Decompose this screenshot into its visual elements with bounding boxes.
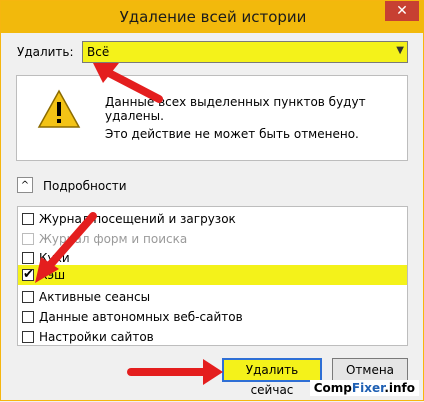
watermark-part1: Comp: [313, 381, 352, 395]
delete-now-button[interactable]: Удалить сейчас: [222, 358, 322, 397]
checkbox-sessions[interactable]: [22, 291, 34, 303]
list-item-label: Настройки сайтов: [39, 330, 154, 344]
checkbox-cache[interactable]: ✔: [22, 267, 34, 282]
items-list: Журнал посещений и загрузок Журнал форм …: [17, 206, 408, 346]
range-label: Удалить:: [17, 45, 74, 59]
checkbox-site-settings[interactable]: [22, 331, 34, 343]
window-title: Удаление всей истории: [119, 8, 307, 26]
title-bar: Удаление всей истории ✕: [1, 1, 424, 33]
list-item[interactable]: Журнал посещений и загрузок: [18, 209, 407, 229]
checkmark-icon: ✔: [23, 267, 34, 282]
watermark-part2: Fixer: [351, 381, 385, 395]
chevron-down-icon: ▼: [396, 45, 404, 56]
list-item-label: Куки: [39, 251, 70, 265]
list-item[interactable]: ✔ Кэш: [18, 265, 407, 285]
checkbox-history[interactable]: [22, 213, 34, 225]
list-item-label: Журнал форм и поиска: [39, 232, 188, 246]
watermark-part3: .info: [384, 381, 415, 395]
dialog-window: Удаление всей истории ✕ Удалить: Всё ▼ Д…: [0, 0, 424, 401]
checkbox-offline[interactable]: [22, 311, 34, 323]
list-item[interactable]: Настройки сайтов: [18, 327, 407, 347]
range-select[interactable]: Всё ▼: [82, 41, 408, 63]
list-item: Журнал форм и поиска: [18, 229, 407, 249]
warning-text-line2: удалены.: [105, 109, 164, 123]
warning-text-line3: Это действие не может быть отменено.: [105, 127, 359, 141]
list-item[interactable]: Данные автономных веб-сайтов: [18, 307, 407, 327]
checkbox-forms: [22, 233, 34, 245]
cancel-button[interactable]: Отмена: [332, 358, 408, 382]
list-item-label: Активные сеансы: [39, 290, 151, 304]
list-item-label: Данные автономных веб-сайтов: [39, 310, 243, 324]
range-select-value: Всё: [87, 45, 110, 59]
details-expander[interactable]: ^: [17, 177, 33, 193]
checkbox-cookies[interactable]: [22, 252, 34, 264]
watermark: CompFixer.info: [309, 380, 419, 396]
list-item-label: Журнал посещений и загрузок: [39, 212, 236, 226]
close-button[interactable]: ✕: [385, 1, 419, 21]
list-item[interactable]: Активные сеансы: [18, 287, 407, 307]
warning-icon: [37, 89, 81, 128]
list-item-label: Кэш: [39, 268, 66, 282]
warning-text-line1: Данные всех выделенных пунктов будут: [105, 95, 366, 109]
details-label: Подробности: [43, 179, 127, 193]
